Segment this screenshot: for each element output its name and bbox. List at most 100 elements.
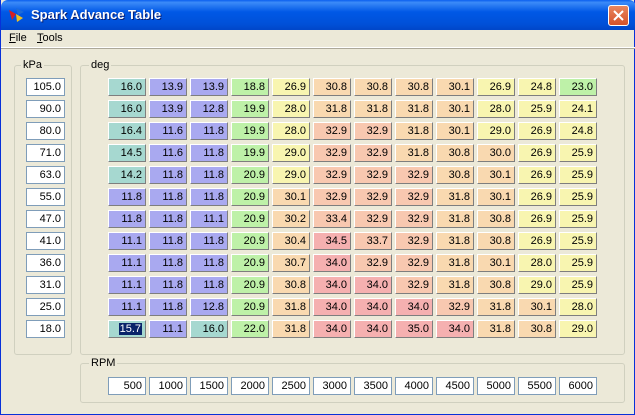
table-cell[interactable]: 20.9	[231, 166, 269, 184]
table-cell[interactable]: 26.9	[477, 78, 515, 96]
table-cell[interactable]: 31.8	[395, 144, 433, 162]
rpm-input[interactable]: 500	[108, 377, 146, 395]
table-cell[interactable]: 11.8	[190, 232, 228, 250]
table-cell[interactable]: 16.0	[190, 320, 228, 338]
table-cell[interactable]: 34.0	[313, 276, 351, 294]
table-cell[interactable]: 34.0	[313, 254, 351, 272]
table-cell[interactable]: 11.1	[108, 254, 146, 272]
table-cell[interactable]: 31.8	[436, 276, 474, 294]
table-cell[interactable]: 32.9	[354, 144, 392, 162]
table-cell[interactable]: 32.9	[436, 298, 474, 316]
table-cell[interactable]: 31.8	[395, 122, 433, 140]
kpa-input[interactable]: 36.0	[26, 254, 65, 272]
table-cell[interactable]: 30.8	[477, 276, 515, 294]
menu-file[interactable]: File	[9, 32, 27, 44]
table-cell[interactable]: 20.9	[231, 188, 269, 206]
table-cell[interactable]: 31.8	[436, 188, 474, 206]
table-cell[interactable]: 28.0	[559, 298, 597, 316]
table-cell[interactable]: 31.8	[477, 298, 515, 316]
table-cell[interactable]: 30.8	[436, 144, 474, 162]
table-cell[interactable]: 35.0	[395, 320, 433, 338]
table-cell[interactable]: 30.2	[272, 210, 310, 228]
table-cell[interactable]: 32.9	[313, 166, 351, 184]
table-cell[interactable]: 30.8	[436, 166, 474, 184]
table-cell[interactable]: 31.8	[313, 100, 351, 118]
table-cell[interactable]: 12.8	[190, 298, 228, 316]
table-cell[interactable]: 11.1	[108, 276, 146, 294]
table-cell[interactable]: 11.8	[108, 210, 146, 228]
table-cell[interactable]: 20.9	[231, 298, 269, 316]
table-cell[interactable]: 20.9	[231, 276, 269, 294]
table-cell[interactable]: 29.0	[518, 276, 556, 294]
table-cell[interactable]: 32.9	[395, 166, 433, 184]
rpm-input[interactable]: 1000	[149, 377, 187, 395]
table-cell[interactable]: 24.8	[559, 122, 597, 140]
table-cell[interactable]: 32.9	[395, 210, 433, 228]
table-cell[interactable]: 11.8	[149, 166, 187, 184]
table-cell[interactable]: 26.9	[518, 144, 556, 162]
table-cell[interactable]: 31.8	[395, 100, 433, 118]
table-cell[interactable]: 11.8	[149, 254, 187, 272]
table-cell[interactable]: 14.5	[108, 144, 146, 162]
table-cell[interactable]: 32.9	[354, 210, 392, 228]
table-cell[interactable]: 32.9	[354, 122, 392, 140]
table-cell[interactable]: 30.1	[518, 298, 556, 316]
table-cell[interactable]: 25.9	[559, 254, 597, 272]
table-cell[interactable]: 11.8	[149, 232, 187, 250]
table-cell[interactable]: 30.1	[436, 100, 474, 118]
table-cell[interactable]: 11.1	[190, 210, 228, 228]
table-cell[interactable]: 11.8	[190, 144, 228, 162]
table-cell[interactable]: 26.9	[518, 166, 556, 184]
rpm-input[interactable]: 5000	[477, 377, 515, 395]
table-cell[interactable]: 34.0	[436, 320, 474, 338]
table-cell[interactable]: 31.8	[354, 100, 392, 118]
table-cell[interactable]: 32.9	[313, 144, 351, 162]
kpa-input[interactable]: 80.0	[26, 122, 65, 140]
table-cell[interactable]: 30.8	[477, 210, 515, 228]
table-cell[interactable]: 25.9	[559, 188, 597, 206]
kpa-input[interactable]: 71.0	[26, 144, 65, 162]
table-cell[interactable]: 30.1	[477, 188, 515, 206]
table-cell[interactable]: 20.9	[231, 210, 269, 228]
table-cell[interactable]: 11.8	[149, 188, 187, 206]
rpm-input[interactable]: 2000	[231, 377, 269, 395]
table-cell[interactable]: 16.0	[108, 100, 146, 118]
table-cell[interactable]: 25.9	[559, 166, 597, 184]
table-cell[interactable]: 24.8	[518, 78, 556, 96]
table-cell[interactable]: 30.7	[272, 254, 310, 272]
kpa-input[interactable]: 31.0	[26, 276, 65, 294]
table-cell[interactable]: 32.9	[354, 188, 392, 206]
table-cell[interactable]: 30.0	[477, 144, 515, 162]
table-cell[interactable]: 16.0	[108, 78, 146, 96]
table-cell[interactable]: 33.4	[313, 210, 351, 228]
table-cell[interactable]: 32.9	[395, 232, 433, 250]
table-cell[interactable]: 11.8	[190, 166, 228, 184]
table-cell[interactable]: 30.1	[477, 166, 515, 184]
menu-tools[interactable]: Tools	[37, 32, 63, 44]
rpm-input[interactable]: 1500	[190, 377, 228, 395]
table-cell[interactable]: 34.0	[313, 298, 351, 316]
table-cell[interactable]: 30.1	[436, 122, 474, 140]
table-cell[interactable]: 28.0	[477, 100, 515, 118]
table-cell[interactable]: 34.0	[354, 298, 392, 316]
table-cell[interactable]: 11.8	[190, 276, 228, 294]
table-cell[interactable]: 30.1	[477, 254, 515, 272]
table-cell[interactable]: 11.8	[190, 254, 228, 272]
table-cell[interactable]: 31.8	[436, 232, 474, 250]
kpa-input[interactable]: 63.0	[26, 166, 65, 184]
table-cell[interactable]: 14.2	[108, 166, 146, 184]
table-cell[interactable]: 11.8	[149, 276, 187, 294]
table-cell[interactable]: 11.1	[149, 320, 187, 338]
rpm-input[interactable]: 4500	[436, 377, 474, 395]
table-cell[interactable]: 32.9	[354, 166, 392, 184]
table-cell[interactable]: 34.0	[313, 320, 351, 338]
table-cell[interactable]: 29.0	[272, 166, 310, 184]
table-cell[interactable]: 34.0	[354, 320, 392, 338]
table-cell[interactable]: 11.1	[108, 232, 146, 250]
table-cell[interactable]: 32.9	[395, 276, 433, 294]
table-cell[interactable]: 19.9	[231, 122, 269, 140]
table-cell[interactable]: 30.1	[436, 78, 474, 96]
rpm-input[interactable]: 3000	[313, 377, 351, 395]
table-cell[interactable]: 19.9	[231, 144, 269, 162]
table-cell[interactable]: 30.8	[272, 276, 310, 294]
